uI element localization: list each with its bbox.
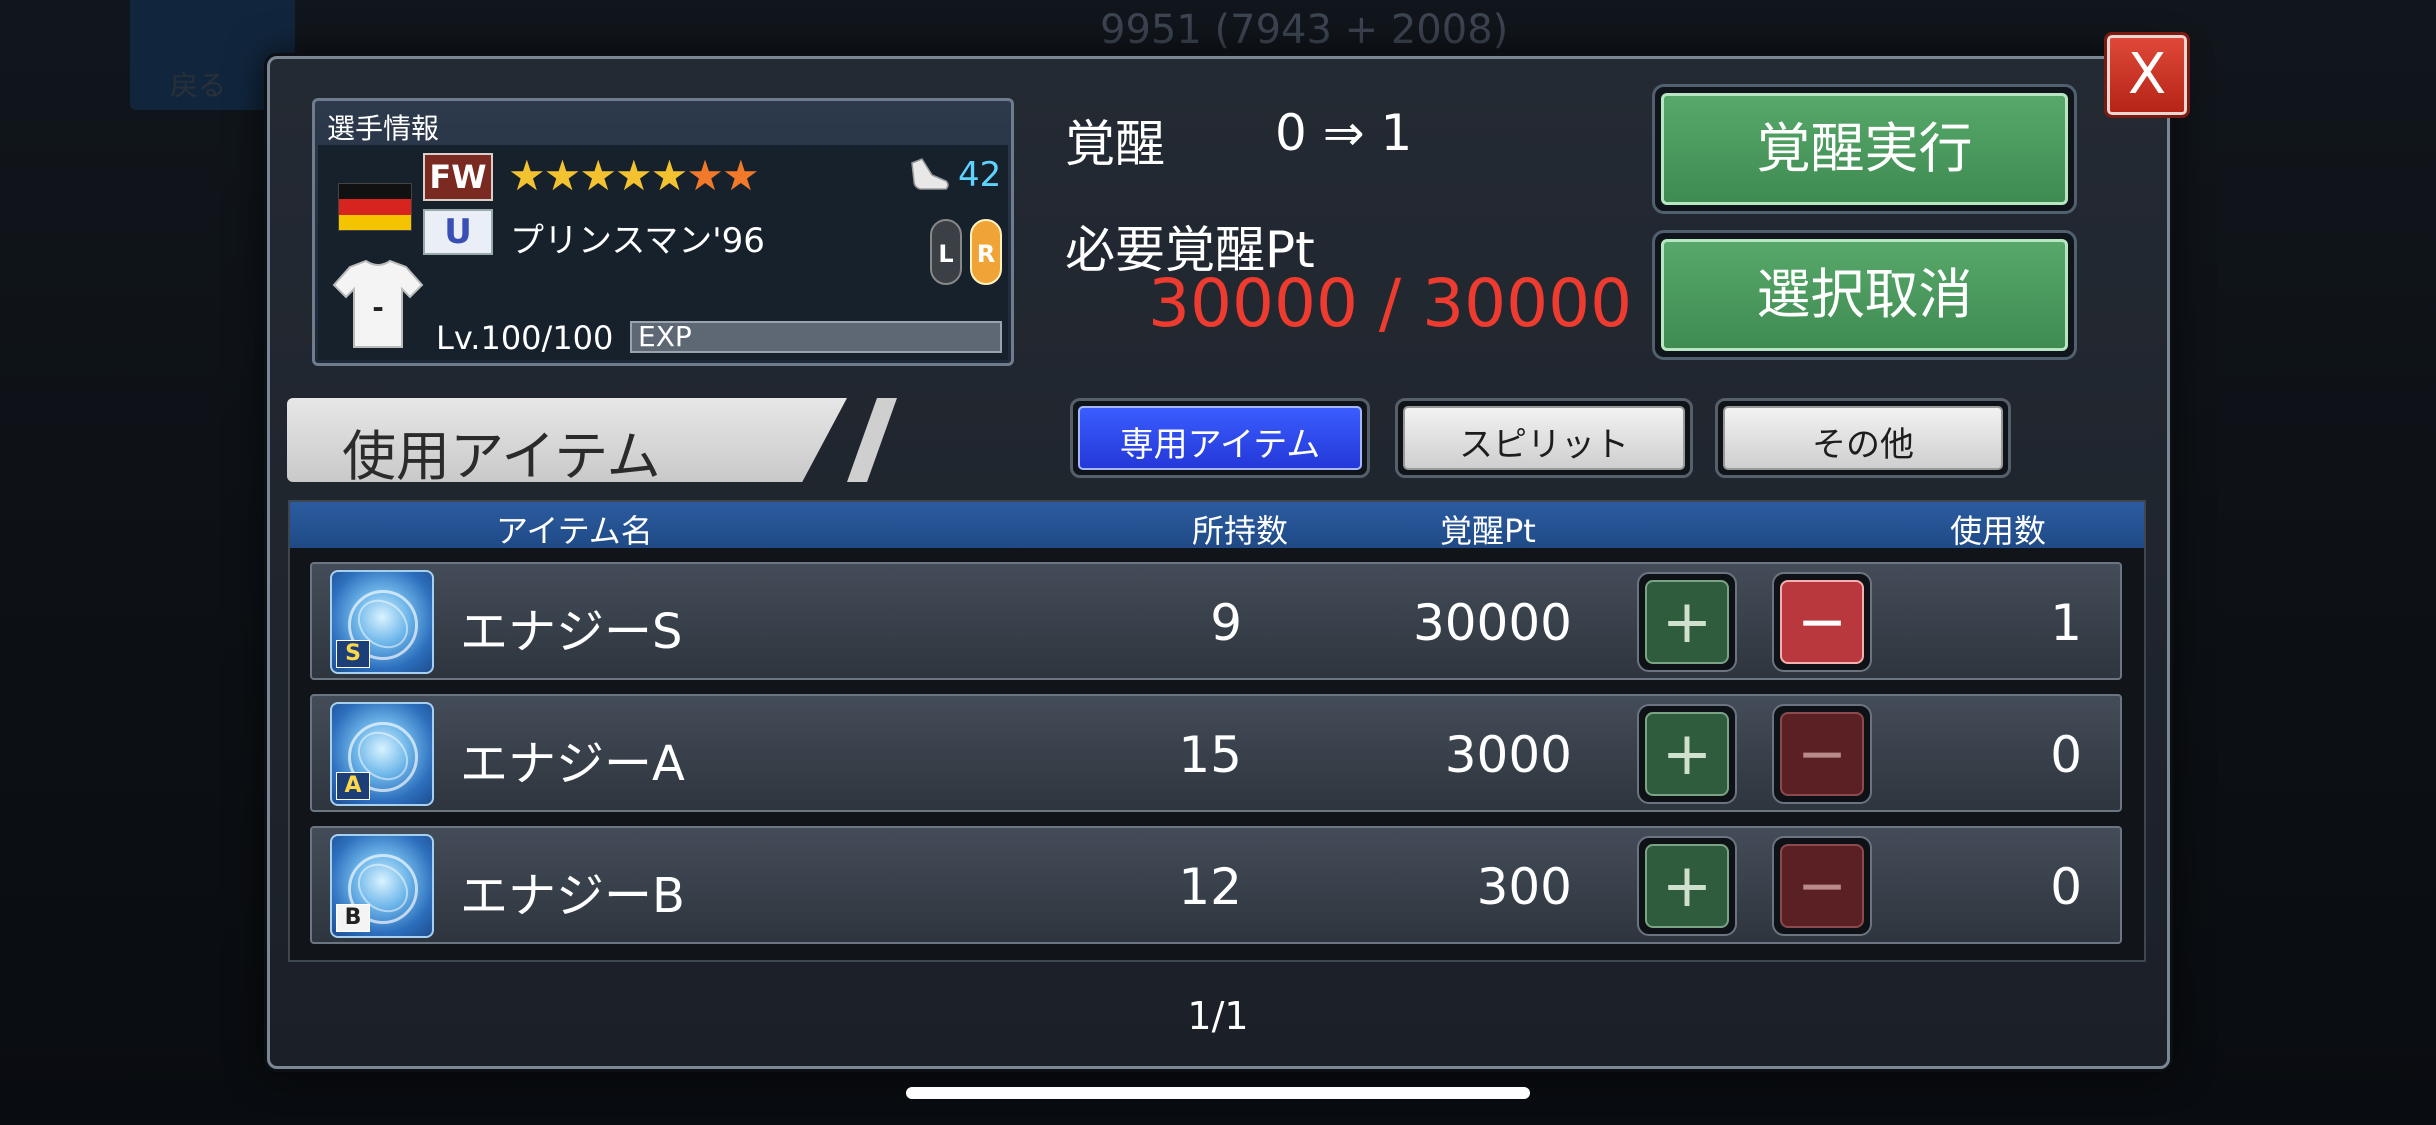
- execute-awakening-button[interactable]: 覚醒実行: [1652, 84, 2077, 214]
- decrease-button[interactable]: −: [1772, 704, 1872, 804]
- close-button[interactable]: X: [2104, 32, 2190, 118]
- use-count: 1: [2050, 594, 2082, 652]
- header-owned: 所持数: [1192, 512, 1289, 550]
- energy-item-icon: B: [330, 834, 434, 938]
- tab-other[interactable]: その他: [1715, 398, 2011, 478]
- star-icon: ★: [650, 151, 689, 200]
- use-count: 0: [2050, 858, 2082, 916]
- plus-icon: +: [1645, 712, 1729, 796]
- kick-value: 42: [958, 155, 1002, 195]
- table-row: S エナジーS 9 30000 + − 1: [310, 562, 2122, 680]
- awakening-pt: 300: [1476, 858, 1572, 916]
- increase-button[interactable]: +: [1637, 572, 1737, 672]
- item-name: エナジーB: [460, 868, 685, 924]
- table-row: A エナジーA 15 3000 + − 0: [310, 694, 2122, 812]
- item-name: エナジーS: [460, 604, 683, 660]
- increase-button[interactable]: +: [1637, 704, 1737, 804]
- exp-bar: EXP: [630, 321, 1002, 353]
- player-info-body: FW ★★★★★★★ 42 U プリンスマン'96 L R - Lv.100/1…: [318, 145, 1008, 360]
- star-icon: ★: [721, 151, 760, 200]
- energy-item-icon: S: [330, 570, 434, 674]
- team-badge: U: [423, 209, 493, 255]
- right-foot-icon: R: [970, 219, 1002, 285]
- player-name: プリンスマン'96: [510, 221, 765, 261]
- energy-item-icon: A: [330, 702, 434, 806]
- owned-count: 15: [1178, 726, 1242, 784]
- owned-count: 9: [1210, 594, 1242, 652]
- plus-icon: +: [1645, 580, 1729, 664]
- awakening-pt: 30000: [1412, 594, 1572, 652]
- shoe-icon: [911, 158, 949, 190]
- decrease-button[interactable]: −: [1772, 836, 1872, 936]
- header-use-count: 使用数: [1950, 512, 2047, 550]
- header-awakening-pt: 覚醒Pt: [1440, 512, 1536, 550]
- star-icon: ★: [508, 151, 546, 200]
- minus-icon: −: [1780, 712, 1864, 796]
- rarity-stars: ★★★★★★★: [508, 151, 760, 200]
- star-icon: ★: [614, 151, 653, 200]
- minus-icon: −: [1780, 580, 1864, 664]
- awakening-label: 覚醒: [1065, 115, 1165, 173]
- use-count: 0: [2050, 726, 2082, 784]
- tab-spirit[interactable]: スピリット: [1395, 398, 1693, 478]
- germany-flag-icon: [338, 183, 412, 231]
- player-info-card: 選手情報 FW ★★★★★★★ 42 U プリンスマン'96 L R - Lv.…: [312, 98, 1014, 366]
- items-section-title: 使用アイテム: [342, 425, 661, 488]
- star-icon: ★: [543, 151, 582, 200]
- page-indicator: 1/1: [1187, 994, 1249, 1038]
- star-icon: ★: [579, 151, 617, 200]
- background-back-label: 戻る: [170, 69, 227, 102]
- minus-icon: −: [1780, 844, 1864, 928]
- item-name: エナジーA: [460, 736, 685, 792]
- increase-button[interactable]: +: [1637, 836, 1737, 936]
- star-icon: ★: [686, 151, 724, 200]
- player-level: Lv.100/100: [436, 319, 614, 357]
- shirt-number: -: [372, 291, 384, 324]
- decrease-button[interactable]: −: [1772, 572, 1872, 672]
- awakening-pt: 3000: [1444, 726, 1572, 784]
- cancel-selection-button[interactable]: 選択取消: [1652, 230, 2077, 360]
- awakening-values: 0 ⇒ 1: [1275, 104, 1413, 162]
- player-info-title: 選手情報: [327, 112, 440, 145]
- plus-icon: +: [1645, 844, 1729, 928]
- tab-exclusive-items[interactable]: 専用アイテム: [1070, 398, 1370, 478]
- required-points-value: 30000 / 30000: [1148, 265, 1633, 342]
- table-row: B エナジーB 12 300 + − 0: [310, 826, 2122, 944]
- owned-count: 12: [1178, 858, 1242, 916]
- header-item-name: アイテム名: [496, 512, 653, 550]
- home-indicator[interactable]: [906, 1087, 1530, 1099]
- background-top-info: 9951 (7943 + 2008): [1100, 7, 1509, 53]
- position-badge: FW: [423, 153, 493, 201]
- left-foot-icon: L: [930, 219, 962, 285]
- shirt-icon: -: [332, 259, 424, 348]
- items-table: アイテム名 所持数 覚醒Pt 使用数 S エナジーS 9 30000 + − 1…: [288, 500, 2146, 962]
- table-header: アイテム名 所持数 覚醒Pt 使用数: [290, 502, 2144, 550]
- items-section-header: 使用アイテム: [287, 398, 897, 488]
